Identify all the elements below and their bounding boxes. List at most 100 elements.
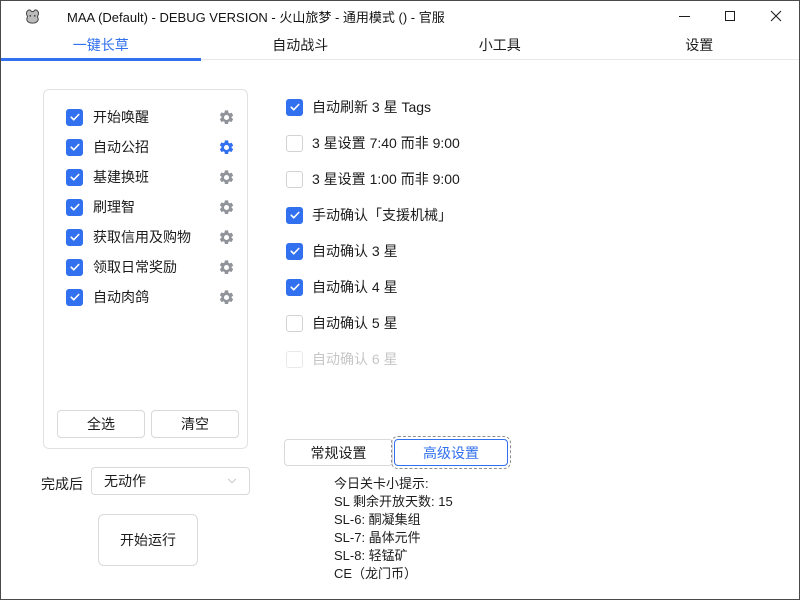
- app-window: MAA (Default) - DEBUG VERSION - 火山旅梦 - 通…: [0, 0, 800, 600]
- tips-line: SL-7: 晶体元件: [334, 529, 453, 547]
- tips-line: SL 剩余开放天数: 15: [334, 493, 453, 511]
- task-row-wakeup: 开始唤醒: [44, 102, 247, 132]
- tips-line: 今日关卡小提示:: [334, 475, 453, 493]
- window-title: MAA (Default) - DEBUG VERSION - 火山旅梦 - 通…: [67, 7, 445, 26]
- post-action-dropdown[interactable]: 无动作: [91, 467, 250, 495]
- tab-farming[interactable]: 一键长草: [1, 31, 201, 59]
- task-checkbox[interactable]: [66, 259, 83, 276]
- task-checkbox[interactable]: [66, 139, 83, 156]
- post-action-selected: 无动作: [104, 471, 146, 491]
- recruit-option-row: 自动确认 6 星: [286, 341, 460, 377]
- check-icon: [69, 231, 81, 243]
- option-label: 自动确认 6 星: [312, 349, 398, 369]
- option-label: 自动刷新 3 星 Tags: [312, 97, 431, 117]
- chevron-down-icon: [225, 474, 239, 488]
- task-row-award: 领取日常奖励: [44, 252, 247, 282]
- minimize-button[interactable]: [661, 1, 707, 31]
- normal-settings-button[interactable]: 常规设置: [284, 439, 393, 466]
- tips-line: SL-6: 酮凝集组: [334, 511, 453, 529]
- gear-icon[interactable]: [218, 109, 235, 126]
- gear-icon[interactable]: [218, 139, 235, 156]
- option-checkbox[interactable]: [286, 99, 303, 116]
- task-checkbox[interactable]: [66, 169, 83, 186]
- advanced-settings-button[interactable]: 高级设置: [394, 439, 508, 466]
- window-controls: [661, 1, 799, 31]
- stage-tips: 今日关卡小提示: SL 剩余开放天数: 15 SL-6: 酮凝集组 SL-7: …: [334, 475, 453, 583]
- clear-button[interactable]: 清空: [151, 410, 239, 438]
- task-label: 获取信用及购物: [93, 227, 191, 247]
- check-icon: [289, 209, 301, 221]
- task-checkbox[interactable]: [66, 229, 83, 246]
- tab-label: 小工具: [479, 35, 521, 55]
- check-icon: [69, 111, 81, 123]
- task-label: 自动肉鸽: [93, 287, 149, 307]
- tab-copilot[interactable]: 自动战斗: [201, 31, 401, 59]
- recruit-option-row: 自动确认 5 星: [286, 305, 460, 341]
- recruit-option-row: 自动刷新 3 星 Tags: [286, 89, 460, 125]
- tab-tools[interactable]: 小工具: [400, 31, 600, 59]
- task-label: 开始唤醒: [93, 107, 149, 127]
- task-label: 自动公招: [93, 137, 149, 157]
- option-label: 自动确认 5 星: [312, 313, 398, 333]
- option-label: 自动确认 4 星: [312, 277, 398, 297]
- option-label: 3 星设置 7:40 而非 9:00: [312, 133, 460, 153]
- recruit-settings-buttons: 常规设置 高级设置: [284, 439, 508, 466]
- close-button[interactable]: [753, 1, 799, 31]
- option-label: 自动确认 3 星: [312, 241, 398, 261]
- recruit-option-row: 3 星设置 7:40 而非 9:00: [286, 125, 460, 161]
- option-checkbox[interactable]: [286, 279, 303, 296]
- gear-icon[interactable]: [218, 259, 235, 276]
- task-checkbox[interactable]: [66, 199, 83, 216]
- check-icon: [69, 141, 81, 153]
- tab-settings[interactable]: 设置: [600, 31, 800, 59]
- task-label: 基建换班: [93, 167, 149, 187]
- check-icon: [289, 245, 301, 257]
- app-logo-icon: [24, 8, 41, 25]
- post-action-label: 完成后: [41, 474, 83, 494]
- option-checkbox[interactable]: [286, 243, 303, 260]
- task-panel-buttons: 全选 清空: [57, 410, 239, 438]
- task-row-recruit: 自动公招: [44, 132, 247, 162]
- task-row-infrast: 基建换班: [44, 162, 247, 192]
- check-icon: [69, 261, 81, 273]
- maximize-icon: [725, 11, 735, 21]
- task-label: 领取日常奖励: [93, 257, 177, 277]
- recruit-option-row: 自动确认 3 星: [286, 233, 460, 269]
- tab-bar: 一键长草 自动战斗 小工具 设置: [1, 31, 799, 60]
- tab-label: 自动战斗: [272, 35, 328, 55]
- gear-icon[interactable]: [218, 289, 235, 306]
- check-icon: [69, 291, 81, 303]
- gear-icon[interactable]: [218, 199, 235, 216]
- task-row-mall: 获取信用及购物: [44, 222, 247, 252]
- recruit-options: 自动刷新 3 星 Tags 3 星设置 7:40 而非 9:00 3 星设置 1…: [286, 89, 460, 377]
- option-checkbox[interactable]: [286, 171, 303, 188]
- gear-icon[interactable]: [218, 169, 235, 186]
- task-checkbox[interactable]: [66, 289, 83, 306]
- minimize-icon: [679, 16, 690, 17]
- gear-icon[interactable]: [218, 229, 235, 246]
- option-checkbox[interactable]: [286, 207, 303, 224]
- close-icon: [770, 10, 782, 22]
- task-row-fight: 刷理智: [44, 192, 247, 222]
- option-label: 手动确认「支援机械」: [312, 205, 452, 225]
- check-icon: [289, 101, 301, 113]
- maximize-button[interactable]: [707, 1, 753, 31]
- task-label: 刷理智: [93, 197, 135, 217]
- recruit-option-row: 3 星设置 1:00 而非 9:00: [286, 161, 460, 197]
- tab-label: 设置: [685, 35, 713, 55]
- check-icon: [69, 171, 81, 183]
- tips-line: CE（龙门币）: [334, 565, 453, 583]
- option-checkbox[interactable]: [286, 135, 303, 152]
- check-icon: [69, 201, 81, 213]
- task-checkbox[interactable]: [66, 109, 83, 126]
- select-all-button[interactable]: 全选: [57, 410, 145, 438]
- check-icon: [289, 281, 301, 293]
- option-checkbox[interactable]: [286, 351, 303, 368]
- tips-line: SL-8: 轻锰矿: [334, 547, 453, 565]
- task-row-roguelike: 自动肉鸽: [44, 282, 247, 312]
- main-content: 开始唤醒 自动公招 基建换班 刷理智 获取信用及购物: [1, 59, 799, 599]
- start-run-button[interactable]: 开始运行: [98, 514, 198, 566]
- option-checkbox[interactable]: [286, 315, 303, 332]
- task-list-panel: 开始唤醒 自动公招 基建换班 刷理智 获取信用及购物: [43, 89, 248, 449]
- titlebar: MAA (Default) - DEBUG VERSION - 火山旅梦 - 通…: [1, 1, 799, 31]
